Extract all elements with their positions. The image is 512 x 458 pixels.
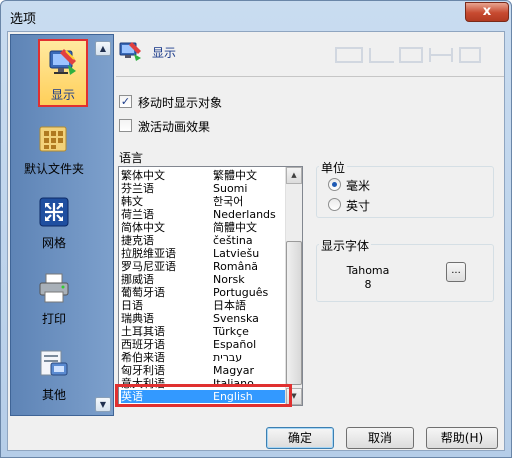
list-item[interactable]: 西班牙语 Español xyxy=(121,338,285,351)
display-icon xyxy=(49,49,76,75)
cancel-button[interactable]: 取消 xyxy=(346,427,414,449)
list-item[interactable]: 挪威语 Norsk xyxy=(121,273,285,286)
font-size-value: 8 xyxy=(364,278,372,291)
header-separator xyxy=(116,76,504,77)
options-dialog: 选项 x 显示 默认文件夹 网格 打印 其他 ▲ ▼ 显示 ✓ 移动时显示对象 … xyxy=(0,0,512,458)
list-item[interactable]: 简体中文 简體中文 xyxy=(121,221,285,234)
window-title: 选项 xyxy=(10,12,37,27)
list-item[interactable]: 繁体中文 繁體中文 xyxy=(121,169,285,182)
list-item[interactable]: 捷克语 čeština xyxy=(121,234,285,247)
list-item[interactable]: 韩文 한국어 xyxy=(121,195,285,208)
font-name-value: Tahoma xyxy=(346,264,390,277)
list-item[interactable]: 葡萄牙语 Português xyxy=(121,286,285,299)
sidebar-item-label: 默认文件夹 xyxy=(23,162,84,176)
sidebar-item-print[interactable]: 打印 xyxy=(11,267,97,337)
browse-font-button[interactable]: ... xyxy=(446,262,466,282)
ok-button[interactable]: 确定 xyxy=(266,427,334,449)
language-label: 语言 xyxy=(119,151,144,165)
language-listbox[interactable]: 繁体中文 繁體中文 芬兰语 Suomi 韩文 한국어 荷兰语 Nederlands 简体… xyxy=(118,166,303,406)
page-title: 显示 xyxy=(152,46,177,60)
sidebar-item-label: 显示 xyxy=(50,88,75,102)
sidebar-item-other[interactable]: 其他 xyxy=(11,343,97,413)
display-font-group-title: 显示字体 xyxy=(319,237,372,254)
other-settings-icon xyxy=(40,350,68,376)
sidebar-item-default-folder[interactable]: 默认文件夹 xyxy=(11,117,97,187)
checkbox-show-objects-while-moving[interactable]: ✓ xyxy=(119,95,132,108)
grid-icon xyxy=(39,197,69,227)
checkbox-label: 移动时显示对象 xyxy=(138,96,223,110)
printer-icon xyxy=(39,273,69,303)
list-item[interactable]: 土耳其语 Türkçe xyxy=(121,325,285,338)
list-item[interactable]: 希伯来语 עברית xyxy=(121,351,285,364)
display-icon xyxy=(119,42,141,61)
category-sidebar: 显示 默认文件夹 网格 打印 其他 ▲ ▼ xyxy=(10,34,114,416)
scroll-up-arrow-icon[interactable]: ▲ xyxy=(286,167,302,184)
page-header: 显示 xyxy=(116,38,504,74)
help-button[interactable]: 帮助(H) xyxy=(426,427,498,449)
sidebar-item-label: 打印 xyxy=(41,312,66,326)
radio-inch[interactable] xyxy=(328,198,341,211)
list-item[interactable]: 瑞典语 Svenska xyxy=(121,312,285,325)
list-item[interactable]: 芬兰语 Suomi xyxy=(121,182,285,195)
list-item[interactable]: 匈牙利语 Magyar xyxy=(121,364,285,377)
sidebar-item-display[interactable]: 显示 xyxy=(38,39,88,107)
sidebar-scroll-up-button[interactable]: ▲ xyxy=(95,41,111,56)
title-bar[interactable]: 选项 x xyxy=(1,1,511,31)
sidebar-item-grid[interactable]: 网格 xyxy=(11,191,97,261)
header-watermark-graphic xyxy=(335,47,481,63)
units-group-title: 单位 xyxy=(319,159,348,176)
list-item[interactable]: 罗马尼亚语 Română xyxy=(121,260,285,273)
radio-label: 英寸 xyxy=(346,199,371,213)
scrollbar-thumb[interactable] xyxy=(286,241,302,385)
selection-highlight-box xyxy=(115,384,292,407)
list-item[interactable]: 荷兰语 Nederlands xyxy=(121,208,285,221)
radio-mm[interactable] xyxy=(328,178,341,191)
list-item[interactable]: 日语 日本語 xyxy=(121,299,285,312)
list-item[interactable]: 拉脱维亚语 Latviešu xyxy=(121,247,285,260)
sidebar-item-label: 网格 xyxy=(41,236,66,250)
sidebar-scroll-down-button[interactable]: ▼ xyxy=(95,397,111,412)
folder-icon xyxy=(39,126,67,152)
dialog-body: 显示 默认文件夹 网格 打印 其他 ▲ ▼ 显示 ✓ 移动时显示对象 激活动画效… xyxy=(7,31,505,451)
language-list-scrollbar[interactable]: ▲ ▼ xyxy=(285,167,302,405)
sidebar-item-label: 其他 xyxy=(41,388,66,402)
close-button[interactable]: x xyxy=(465,2,509,22)
checkbox-animation-effects[interactable] xyxy=(119,119,132,132)
checkbox-label: 激活动画效果 xyxy=(138,120,211,134)
radio-label: 毫米 xyxy=(346,179,371,193)
